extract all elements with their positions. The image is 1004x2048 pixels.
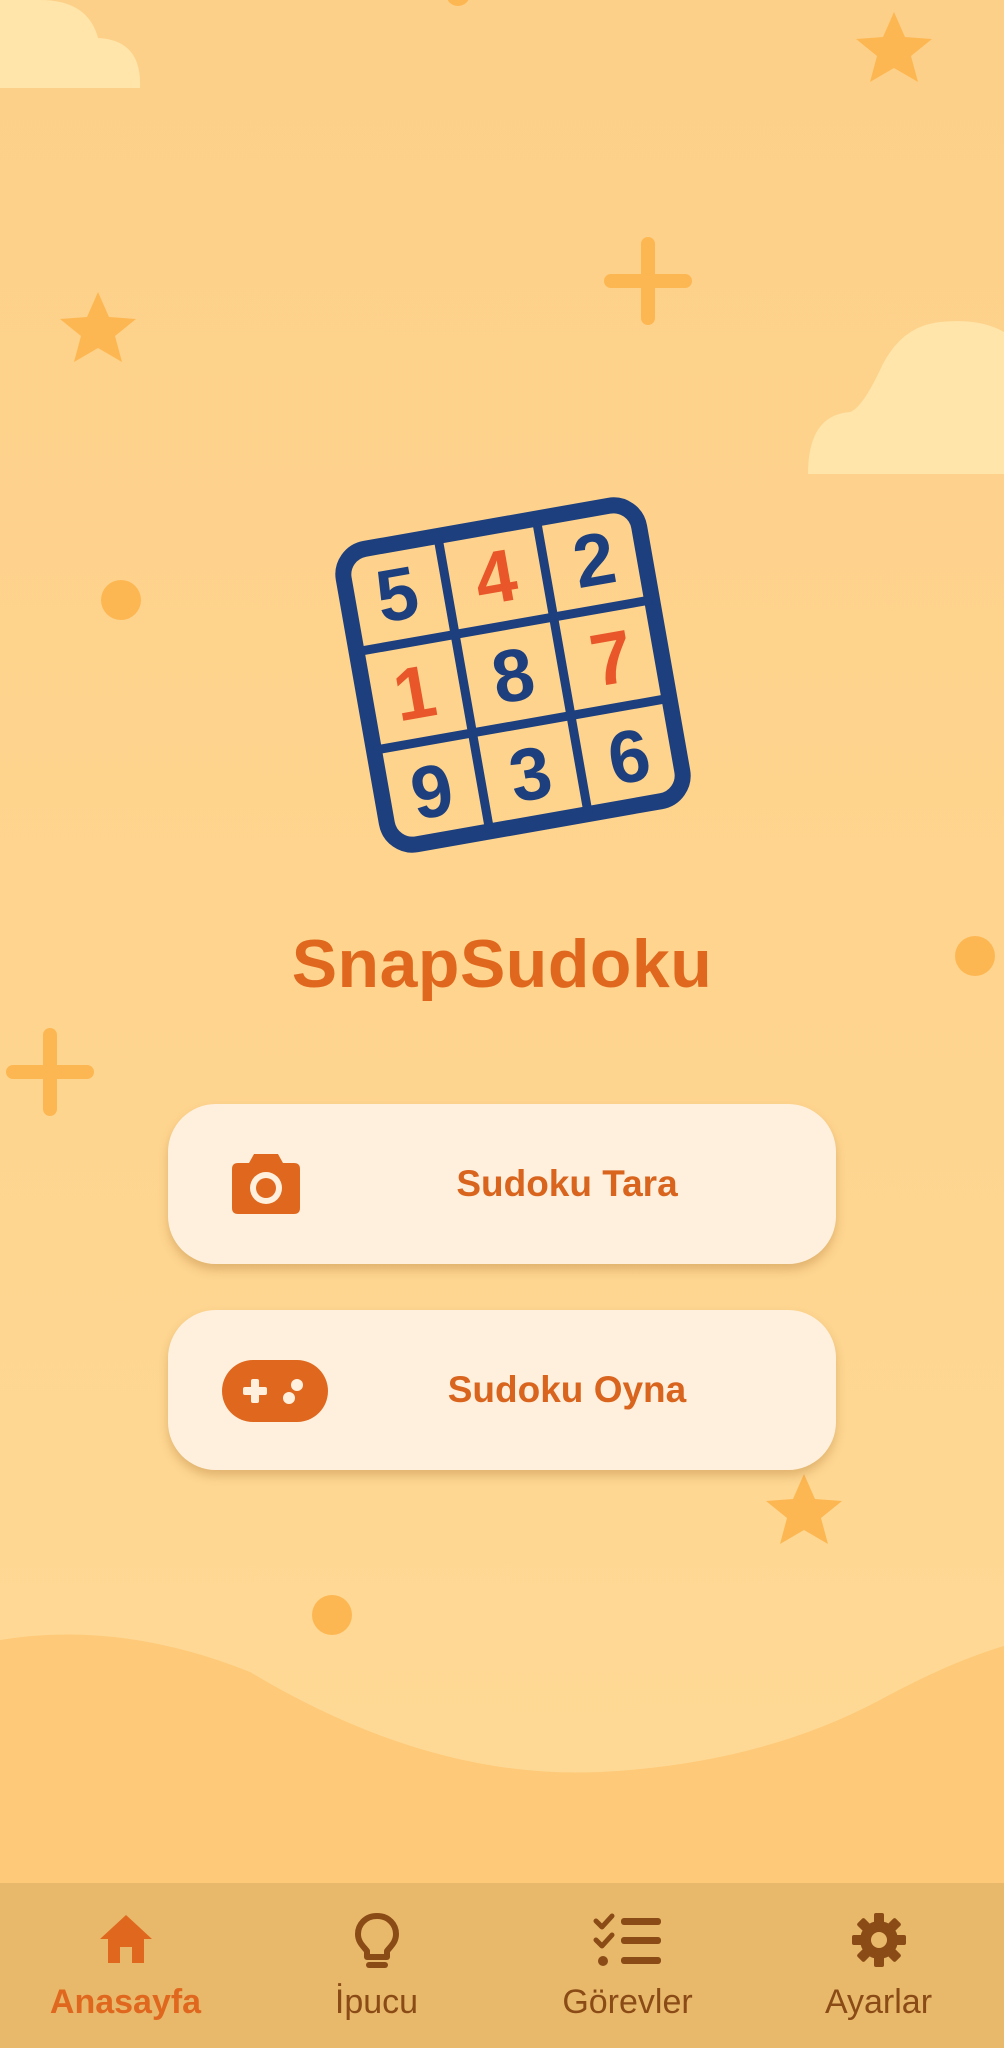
- checklist-icon: [593, 1913, 661, 1966]
- plus-top: [604, 237, 692, 325]
- sudoku-logo: 5 4 2 1 8 7 9 3 6: [335, 497, 691, 853]
- cloud-right: [808, 321, 1004, 474]
- plus-left: [6, 1028, 94, 1116]
- play-sudoku-button[interactable]: Sudoku Oyna: [168, 1310, 836, 1470]
- camera-icon: [232, 1154, 300, 1214]
- nav-label-settings: Ayarlar: [824, 1983, 933, 2021]
- star-left: [60, 292, 136, 362]
- star-top-right: [856, 12, 932, 82]
- nav-item-home[interactable]: Anasayfa: [0, 1883, 251, 2048]
- scan-sudoku-button[interactable]: Sudoku Tara: [168, 1104, 836, 1264]
- bottom-navigation: Anasayfa İpucu Görevler Ayarlar: [0, 1883, 1004, 2048]
- nav-label-hint: İpucu: [334, 1983, 419, 2021]
- logo-digit: 2: [567, 515, 622, 604]
- logo-digit: 4: [468, 533, 523, 622]
- background-decorations: [0, 0, 1004, 1896]
- logo-digit: 8: [486, 631, 541, 720]
- dot-5: [447, 0, 469, 6]
- logo-digit: 9: [404, 747, 459, 836]
- dot-3: [312, 1595, 352, 1635]
- app-title: SnapSudoku: [291, 926, 713, 1002]
- logo-digit: 7: [584, 614, 639, 703]
- logo-digit: 1: [387, 648, 442, 737]
- cloud-top-left: [0, 0, 141, 88]
- home-icon: [99, 1915, 152, 1963]
- bottom-wave: [0, 1634, 1004, 1883]
- nav-item-settings[interactable]: Ayarlar: [753, 1883, 1004, 2048]
- play-sudoku-label: Sudoku Oyna: [447, 1369, 687, 1410]
- dot-1: [101, 580, 141, 620]
- nav-label-home: Anasayfa: [49, 1983, 202, 2021]
- nav-item-hint[interactable]: İpucu: [251, 1883, 502, 2048]
- logo-digit: 6: [601, 712, 656, 801]
- nav-label-tasks: Görevler: [562, 1983, 693, 2021]
- home-screen: 542 187 936 SnapSudoku Sudoku Tara Sudoku …: [0, 0, 1004, 2048]
- logo-digit: 5: [370, 550, 425, 639]
- logo-digit: 3: [503, 730, 558, 819]
- star-lower-right: [766, 1474, 842, 1544]
- gear-icon: [851, 1913, 906, 1967]
- nav-item-tasks[interactable]: Görevler: [502, 1883, 753, 2048]
- scan-sudoku-label: Sudoku Tara: [456, 1163, 678, 1204]
- lightbulb-icon: [354, 1913, 399, 1968]
